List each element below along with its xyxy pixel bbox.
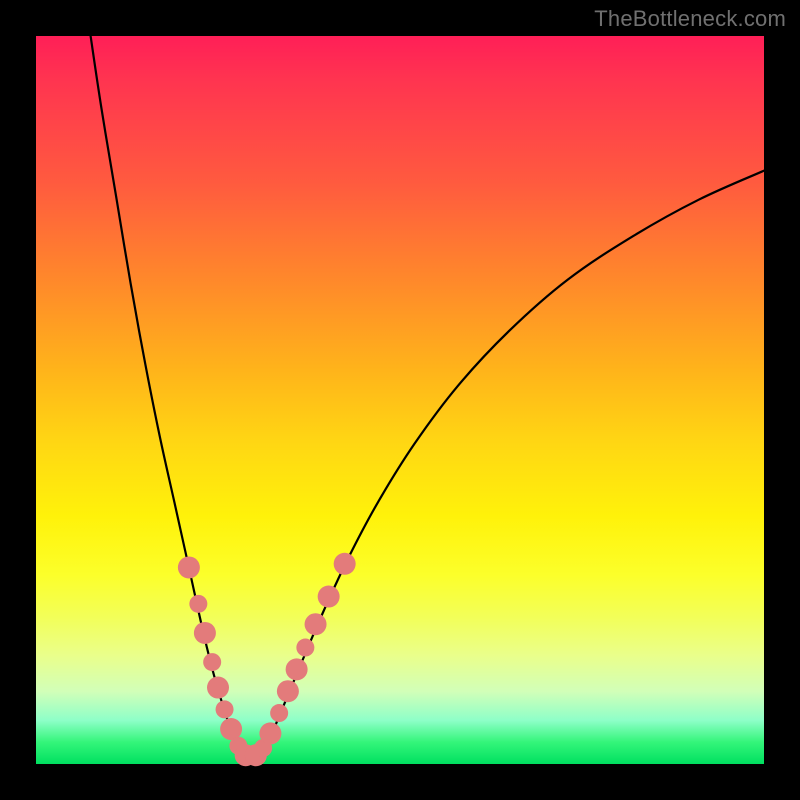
data-marker [189,595,207,613]
data-marker [203,653,221,671]
data-marker [296,639,314,657]
data-marker [207,677,229,699]
data-marker [216,700,234,718]
data-marker [305,613,327,635]
data-marker [277,680,299,702]
data-marker [318,586,340,608]
data-marker [178,556,200,578]
data-marker [270,704,288,722]
data-marker [286,658,308,680]
marker-group [178,553,356,766]
chart-frame: TheBottleneck.com [0,0,800,800]
data-marker [194,622,216,644]
curve-right-branch [258,171,764,754]
curve-left-branch [91,36,242,754]
data-marker [220,718,242,740]
data-marker [334,553,356,575]
curve-layer [36,36,764,764]
data-marker [259,722,281,744]
watermark-text: TheBottleneck.com [594,6,786,32]
plot-area [36,36,764,764]
